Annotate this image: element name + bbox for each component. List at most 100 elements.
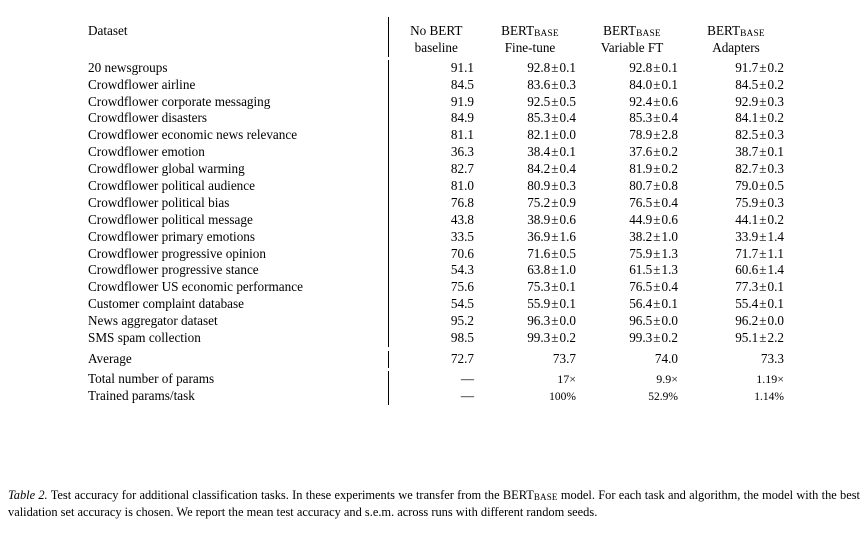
bert-subscript: BASE xyxy=(740,29,765,39)
col-header-dataset: Dataset xyxy=(88,23,128,38)
cell-finetune: 63.8±1.0 xyxy=(484,262,586,279)
error-value: 0.1 xyxy=(559,279,576,295)
mean-value: 77.3 xyxy=(735,279,759,295)
error-value: 0.4 xyxy=(661,279,678,295)
cell-variable-ft: 38.2±1.0 xyxy=(586,229,688,246)
plus-minus-symbol: ± xyxy=(653,296,661,312)
bert-subscript: BASE xyxy=(636,29,661,39)
cell-total-params-variable-ft: 9.9× xyxy=(656,371,678,386)
cell-trained-params-variable-ft: 52.9% xyxy=(648,390,678,403)
row-label: Crowdflower global warming xyxy=(88,161,245,177)
mean-value: 82.1 xyxy=(527,127,551,143)
table-figure-page: Dataset No BERT BERTBASE BERTBASE BERTBA… xyxy=(0,0,865,547)
mean-value: 38.4 xyxy=(527,144,551,160)
plus-minus-symbol: ± xyxy=(551,313,559,329)
cell-finetune: 80.9±0.3 xyxy=(484,178,586,195)
mean-value: 38.2 xyxy=(629,228,653,244)
plus-minus-symbol: ± xyxy=(653,313,661,329)
plus-minus-symbol: ± xyxy=(653,110,661,126)
cell-adapters: 75.9±0.3 xyxy=(688,195,794,212)
plus-minus-symbol: ± xyxy=(653,211,661,227)
bert-subscript: BASE xyxy=(533,492,558,502)
cell-no-bert: 36.3 xyxy=(387,144,484,162)
plus-minus-symbol: ± xyxy=(759,127,767,143)
row-label: Crowdflower economic news relevance xyxy=(88,127,298,143)
plus-minus-symbol: ± xyxy=(653,279,661,295)
error-value: 1.3 xyxy=(661,262,678,278)
mean-value: 75.9 xyxy=(735,194,759,210)
col-header-finetune-line1: BERTBASE xyxy=(484,17,586,40)
cell-no-bert: 98.5 xyxy=(387,330,484,347)
row-label: Crowdflower primary emotions xyxy=(88,228,256,244)
cell-adapters: 77.3±0.1 xyxy=(688,279,794,296)
row-label-average: Average xyxy=(88,350,132,366)
error-value: 0.1 xyxy=(661,76,678,92)
mean-value: 83.6 xyxy=(527,76,551,92)
error-value: 0.1 xyxy=(767,144,784,160)
row-label: Crowdflower political message xyxy=(88,211,253,227)
plus-minus-symbol: ± xyxy=(759,76,767,92)
mean-value: 60.6 xyxy=(735,262,759,278)
cell-variable-ft: 37.6±0.2 xyxy=(586,144,688,161)
col-header-no-bert-line2: baseline xyxy=(387,39,484,57)
row-label-total-params: Total number of params xyxy=(88,370,215,386)
mean-value: 91.7 xyxy=(735,59,759,75)
error-value: 0.1 xyxy=(767,296,784,312)
plus-minus-symbol: ± xyxy=(759,194,767,210)
error-value: 0.6 xyxy=(661,211,678,227)
mean-value: 71.6 xyxy=(527,245,551,261)
cell-no-bert: 81.1 xyxy=(387,127,484,145)
table-row: SMS spam collection 98.5 99.3±0.2 99.3±0… xyxy=(88,330,794,347)
error-value: 0.6 xyxy=(661,93,678,109)
cell-no-bert: 33.5 xyxy=(387,228,484,246)
plus-minus-symbol: ± xyxy=(551,296,559,312)
bert-text: BERT xyxy=(707,23,741,38)
mean-value: 92.8 xyxy=(629,59,653,75)
row-label: 20 newsgroups xyxy=(88,59,168,75)
mean-value: 84.0 xyxy=(629,76,653,92)
error-value: 1.3 xyxy=(661,245,678,261)
plus-minus-symbol: ± xyxy=(759,59,767,75)
row-label: Crowdflower corporate messaging xyxy=(88,93,271,109)
error-value: 0.2 xyxy=(767,211,784,227)
error-value: 0.3 xyxy=(559,76,576,92)
table-row: Crowdflower political audience 81.0 80.9… xyxy=(88,178,794,195)
error-value: 1.4 xyxy=(767,262,784,278)
table-row: Crowdflower corporate messaging 91.9 92.… xyxy=(88,93,794,111)
cell-variable-ft: 99.3±0.2 xyxy=(586,330,688,347)
cell-adapters: 82.5±0.3 xyxy=(688,127,794,144)
error-value: 0.0 xyxy=(661,313,678,329)
error-value: 0.1 xyxy=(767,279,784,295)
cell-variable-ft: 44.9±0.6 xyxy=(586,212,688,229)
cell-no-bert: 91.1 xyxy=(387,59,484,77)
mean-value: 56.4 xyxy=(629,296,653,312)
cell-variable-ft: 92.8±0.1 xyxy=(586,60,688,77)
plus-minus-symbol: ± xyxy=(759,178,767,194)
cell-finetune: 38.9±0.6 xyxy=(484,212,586,229)
cell-average-no-bert: 72.7 xyxy=(387,350,484,368)
error-value: 0.5 xyxy=(559,245,576,261)
cell-adapters: 82.7±0.3 xyxy=(688,161,794,178)
error-value: 0.2 xyxy=(661,144,678,160)
cell-adapters: 95.1±2.2 xyxy=(688,330,794,347)
bert-base-label: BERTBASE xyxy=(603,23,661,39)
error-value: 0.2 xyxy=(767,110,784,126)
table-row: Crowdflower political message 43.8 38.9±… xyxy=(88,211,794,229)
mean-value: 95.1 xyxy=(735,330,759,346)
error-value: 0.2 xyxy=(767,59,784,75)
mean-value: 99.3 xyxy=(527,330,551,346)
mean-value: 36.9 xyxy=(527,228,551,244)
row-label: Crowdflower political audience xyxy=(88,178,255,194)
plus-minus-symbol: ± xyxy=(551,330,559,346)
plus-minus-symbol: ± xyxy=(551,59,559,75)
mean-value: 79.0 xyxy=(735,178,759,194)
mean-value: 71.7 xyxy=(735,245,759,261)
mean-value: 92.5 xyxy=(527,93,551,109)
cell-no-bert: 84.5 xyxy=(387,76,484,94)
error-value: 0.3 xyxy=(767,161,784,177)
col-header-adapters-line1: BERTBASE xyxy=(688,17,794,40)
col-header-variable-ft-line2: Variable FT xyxy=(600,39,664,55)
error-value: 0.0 xyxy=(559,127,576,143)
cell-no-bert: 75.6 xyxy=(387,279,484,297)
plus-minus-symbol: ± xyxy=(551,228,559,244)
